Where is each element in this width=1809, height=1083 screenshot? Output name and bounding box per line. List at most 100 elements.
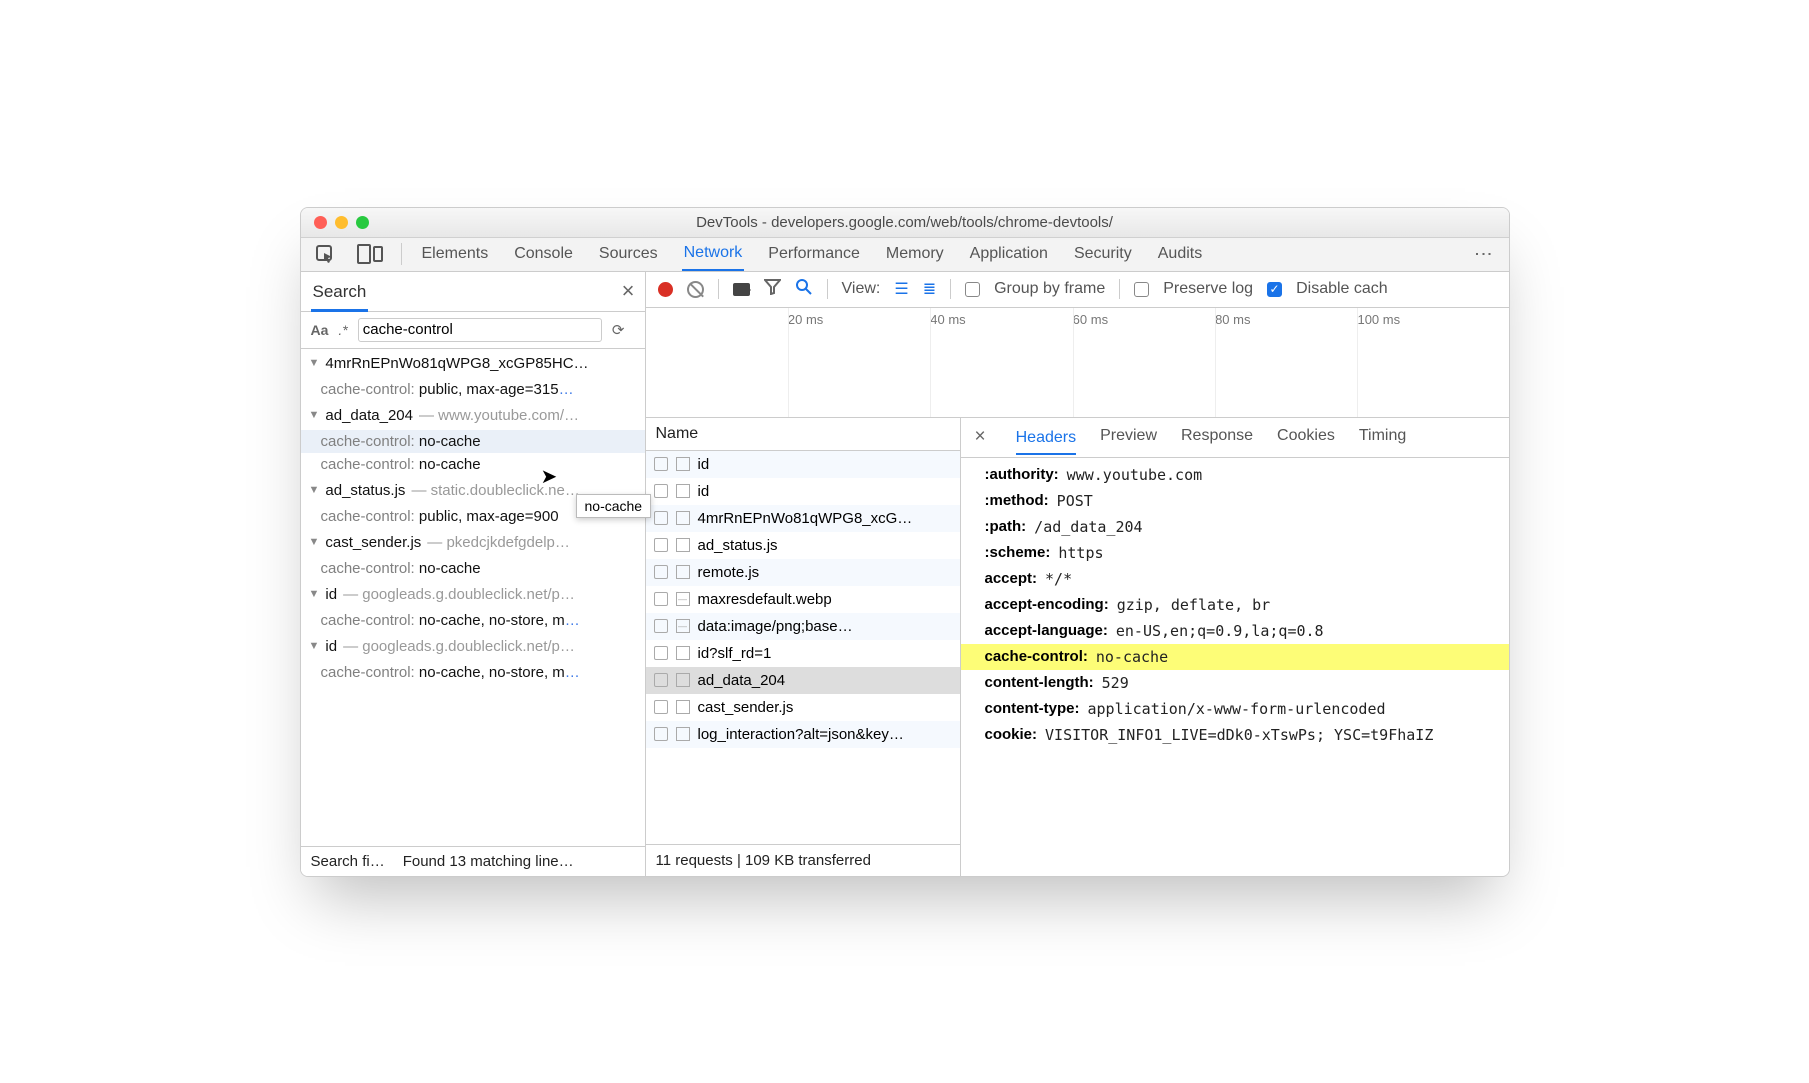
result-match[interactable]: cache-control:no-cache, no-store, m…	[301, 661, 645, 684]
large-rows-icon[interactable]: ☰	[894, 279, 908, 299]
request-row[interactable]: ad_status.js	[646, 532, 960, 559]
result-match[interactable]: cache-control:no-cache	[301, 557, 645, 580]
time-tick: 40 ms	[930, 312, 965, 327]
request-row[interactable]: 4mrRnEPnWo81qWPG8_xcG…	[646, 505, 960, 532]
close-details-icon[interactable]: ×	[975, 426, 986, 448]
result-match[interactable]: cache-control:no-cache	[301, 453, 645, 476]
file-icon	[676, 727, 690, 741]
request-footer: 11 requests | 109 KB transferred	[646, 844, 960, 876]
result-match[interactable]: cache-control:no-cache	[301, 430, 645, 453]
row-checkbox[interactable]	[654, 727, 668, 741]
search-icon[interactable]	[795, 278, 813, 301]
group-by-frame-checkbox[interactable]	[965, 282, 980, 297]
regex-icon[interactable]: .*	[338, 322, 347, 338]
tab-sources[interactable]: Sources	[597, 239, 660, 270]
tab-network[interactable]: Network	[682, 238, 745, 271]
image-icon: —	[676, 619, 690, 633]
filter-icon[interactable]	[764, 278, 781, 300]
result-group[interactable]: ▼idgoogleads.g.doubleclick.net/p…	[301, 632, 645, 661]
request-row[interactable]: id	[646, 451, 960, 478]
request-name: data:image/png;base…	[698, 618, 853, 635]
row-checkbox[interactable]	[654, 592, 668, 606]
tab-elements[interactable]: Elements	[420, 239, 491, 270]
row-checkbox[interactable]	[654, 565, 668, 579]
result-group[interactable]: ▼idgoogleads.g.doubleclick.net/p…	[301, 580, 645, 609]
waterfall-icon[interactable]: ≣	[923, 279, 936, 299]
request-row[interactable]: log_interaction?alt=json&key…	[646, 721, 960, 748]
request-row[interactable]: id	[646, 478, 960, 505]
row-checkbox[interactable]	[654, 484, 668, 498]
close-window-button[interactable]	[314, 216, 327, 229]
row-checkbox[interactable]	[654, 619, 668, 633]
group-by-frame-label: Group by frame	[994, 280, 1105, 298]
titlebar: DevTools - developers.google.com/web/too…	[301, 208, 1509, 238]
minimize-window-button[interactable]	[335, 216, 348, 229]
file-icon	[676, 457, 690, 471]
header-tab-response[interactable]: Response	[1181, 424, 1253, 451]
window-title: DevTools - developers.google.com/web/too…	[301, 214, 1509, 231]
tab-application[interactable]: Application	[968, 239, 1050, 270]
row-checkbox[interactable]	[654, 511, 668, 525]
request-row[interactable]: — data:image/png;base…	[646, 613, 960, 640]
match-case-icon[interactable]: Aa	[311, 322, 329, 338]
row-checkbox[interactable]	[654, 673, 668, 687]
request-row[interactable]: ad_data_204	[646, 667, 960, 694]
header-row: :path/ad_data_204	[961, 514, 1509, 540]
header-tab-timing[interactable]: Timing	[1359, 424, 1406, 451]
result-group[interactable]: ▼ad_data_204www.youtube.com/…	[301, 401, 645, 430]
screenshot-icon[interactable]	[733, 283, 750, 296]
header-row: accept*/*	[961, 566, 1509, 592]
tab-memory[interactable]: Memory	[884, 239, 946, 270]
result-match[interactable]: cache-control:public, max-age=315…	[301, 378, 645, 401]
header-row: content-length529	[961, 670, 1509, 696]
result-group[interactable]: ▼4mrRnEPnWo81qWPG8_xcGP85HC…	[301, 349, 645, 378]
header-row: cache-controlno-cache	[961, 644, 1509, 670]
search-input[interactable]	[358, 318, 602, 342]
preserve-log-checkbox[interactable]	[1134, 282, 1149, 297]
time-tick: 60 ms	[1073, 312, 1108, 327]
result-match[interactable]: cache-control:no-cache, no-store, m…	[301, 609, 645, 632]
request-list-header[interactable]: Name	[646, 418, 960, 451]
request-row[interactable]: remote.js	[646, 559, 960, 586]
header-row: :authoritywww.youtube.com	[961, 462, 1509, 488]
refresh-icon[interactable]: ⟳	[612, 321, 625, 339]
record-button[interactable]	[658, 282, 673, 297]
tab-console[interactable]: Console	[512, 239, 575, 270]
tab-security[interactable]: Security	[1072, 239, 1134, 270]
close-icon[interactable]: ×	[622, 278, 635, 304]
inspect-icon[interactable]	[315, 244, 335, 264]
disable-cache-checkbox[interactable]: ✓	[1267, 282, 1282, 297]
request-name: maxresdefault.webp	[698, 591, 832, 608]
row-checkbox[interactable]	[654, 700, 668, 714]
header-row: accept-languageen-US,en;q=0.9,la;q=0.8	[961, 618, 1509, 644]
clear-button[interactable]	[687, 281, 704, 298]
tab-performance[interactable]: Performance	[766, 239, 862, 270]
header-tab-headers[interactable]: Headers	[1016, 426, 1076, 455]
row-checkbox[interactable]	[654, 538, 668, 552]
header-tab-cookies[interactable]: Cookies	[1277, 424, 1335, 451]
request-row[interactable]: cast_sender.js	[646, 694, 960, 721]
row-checkbox[interactable]	[654, 646, 668, 660]
disable-cache-label: Disable cach	[1296, 280, 1388, 298]
waterfall-overview[interactable]: 20 ms40 ms60 ms80 ms100 ms	[646, 308, 1509, 418]
header-tab-preview[interactable]: Preview	[1100, 424, 1157, 451]
tooltip: no-cache	[576, 494, 652, 518]
search-footer-left: Search fi…	[311, 853, 385, 870]
device-icon[interactable]	[357, 244, 383, 264]
network-toolbar: View: ☰ ≣ Group by frame Preserve log ✓ …	[646, 272, 1509, 308]
request-name: log_interaction?alt=json&key…	[698, 726, 904, 743]
row-checkbox[interactable]	[654, 457, 668, 471]
header-row: cookieVISITOR_INFO1_LIVE=dDk0-xTswPs; YS…	[961, 722, 1509, 748]
zoom-window-button[interactable]	[356, 216, 369, 229]
request-row[interactable]: —maxresdefault.webp	[646, 586, 960, 613]
more-icon[interactable]: ⋮	[1473, 245, 1495, 263]
file-icon	[676, 700, 690, 714]
request-row[interactable]: id?slf_rd=1	[646, 640, 960, 667]
request-name: ad_data_204	[698, 672, 786, 689]
file-icon	[676, 565, 690, 579]
result-group[interactable]: ▼cast_sender.jspkedcjkdefgdelp…	[301, 528, 645, 557]
search-tab-label: Search	[311, 278, 369, 312]
header-row: accept-encodinggzip, deflate, br	[961, 592, 1509, 618]
time-tick: 80 ms	[1215, 312, 1250, 327]
tab-audits[interactable]: Audits	[1156, 239, 1204, 270]
